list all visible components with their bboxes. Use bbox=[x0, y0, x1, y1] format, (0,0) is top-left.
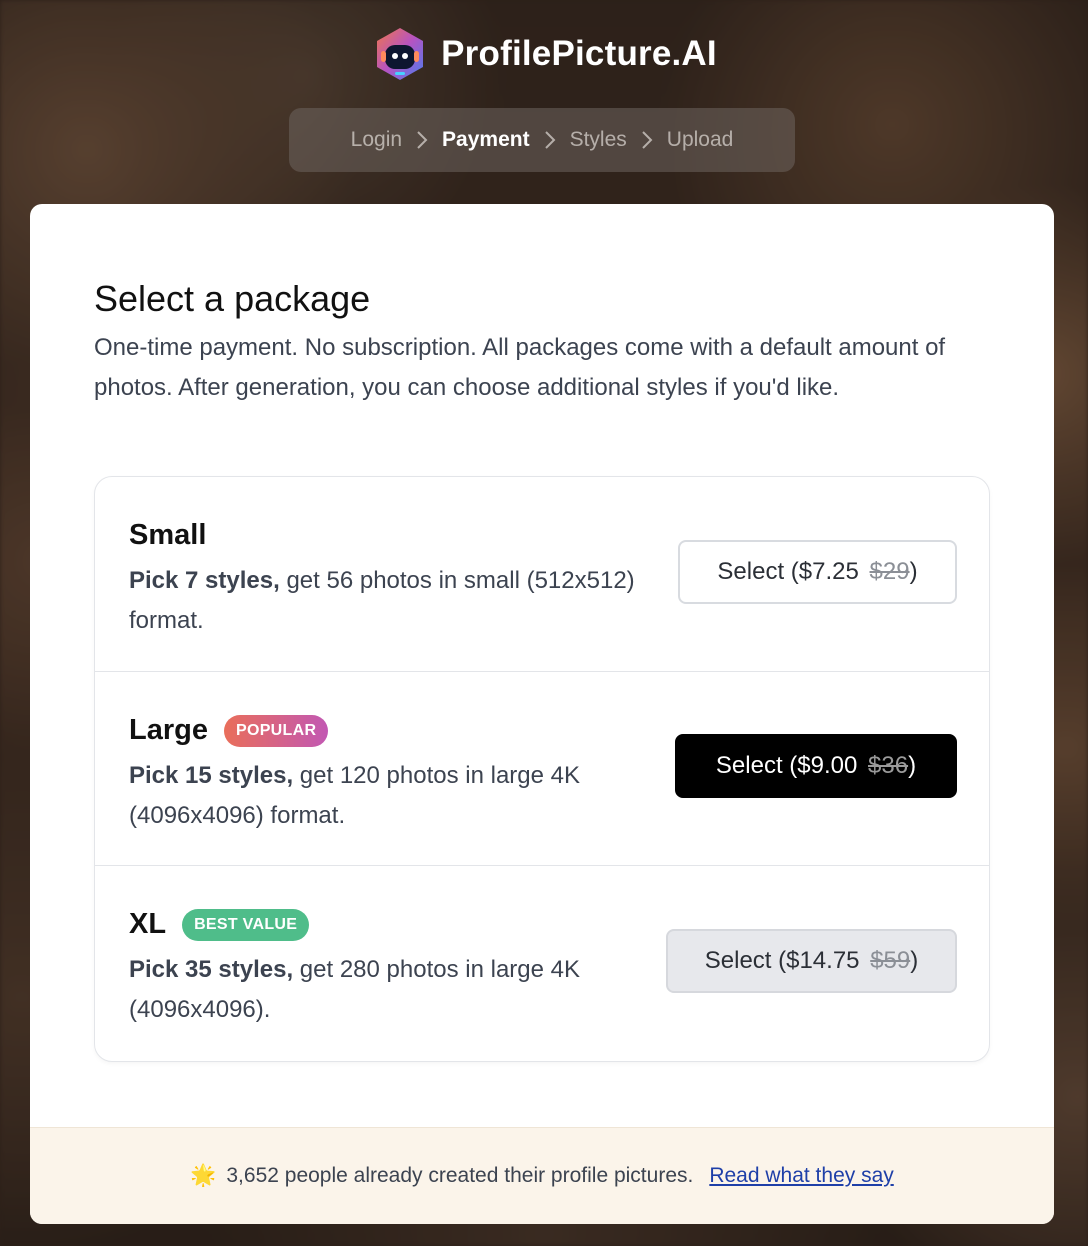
package-name: XL bbox=[129, 908, 167, 940]
chevron-right-icon bbox=[641, 130, 653, 150]
checkout-steps-breadcrumb: Login Payment Styles Upload bbox=[289, 108, 795, 172]
social-proof-text: 3,652 people already created their profi… bbox=[226, 1164, 694, 1187]
package-header: XL BEST VALUE bbox=[129, 908, 310, 941]
package-description: Pick 15 styles, get 120 photos in large … bbox=[129, 756, 649, 836]
button-price: Select ($9.00 bbox=[715, 752, 858, 779]
original-price: $29 bbox=[869, 558, 910, 585]
button-price: Select ($7.25 bbox=[717, 558, 859, 585]
brand-logo[interactable]: ProfilePicture.AI bbox=[0, 22, 1088, 86]
brand-name: ProfilePicture.AI bbox=[441, 34, 717, 73]
package-description: Pick 7 styles, get 56 photos in small (5… bbox=[129, 561, 649, 641]
package-name: Large bbox=[129, 714, 208, 746]
original-price: $36 bbox=[868, 752, 909, 779]
page-title: Select a package bbox=[94, 278, 371, 319]
package-list: Small Pick 7 styles, get 56 photos in sm… bbox=[94, 476, 990, 1062]
button-close-paren: ) bbox=[908, 752, 917, 779]
step-styles[interactable]: Styles bbox=[570, 128, 627, 152]
chevron-right-icon bbox=[544, 130, 556, 150]
package-name: Small bbox=[129, 519, 207, 551]
package-header: Large POPULAR bbox=[129, 714, 329, 747]
chevron-right-icon bbox=[416, 130, 428, 150]
package-small: Small Pick 7 styles, get 56 photos in sm… bbox=[95, 477, 989, 671]
social-proof-footer: 🌟 3,652 people already created their pro… bbox=[30, 1127, 1054, 1224]
step-payment[interactable]: Payment bbox=[442, 128, 530, 152]
select-xl-button[interactable]: Select ($14.75 $59) bbox=[666, 929, 957, 993]
button-close-paren: ) bbox=[910, 947, 919, 974]
button-price: Select ($14.75 bbox=[704, 947, 860, 974]
button-close-paren: ) bbox=[909, 558, 918, 585]
select-small-button[interactable]: Select ($7.25 $29) bbox=[678, 540, 957, 604]
star-icon: 🌟 bbox=[190, 1164, 217, 1187]
step-upload[interactable]: Upload bbox=[667, 128, 734, 152]
package-styles-count: Pick 7 styles, bbox=[129, 567, 280, 594]
package-header: Small bbox=[129, 519, 206, 552]
read-reviews-link[interactable]: Read what they say bbox=[709, 1164, 893, 1188]
package-description: Pick 35 styles, get 280 photos in large … bbox=[129, 950, 649, 1030]
package-xl: XL BEST VALUE Pick 35 styles, get 280 ph… bbox=[95, 865, 989, 1060]
best-value-badge: BEST VALUE bbox=[182, 908, 310, 941]
robot-logo-icon bbox=[377, 28, 424, 80]
page-description: One-time payment. No subscription. All p… bbox=[94, 334, 946, 401]
select-large-button[interactable]: Select ($9.00 $36) bbox=[675, 734, 957, 798]
package-styles-count: Pick 15 styles, bbox=[129, 762, 294, 789]
original-price: $59 bbox=[870, 947, 911, 974]
package-selection-card: Select a package One-time payment. No su… bbox=[30, 204, 1054, 1224]
package-large: Large POPULAR Pick 15 styles, get 120 ph… bbox=[95, 671, 989, 866]
step-login[interactable]: Login bbox=[351, 128, 402, 152]
popular-badge: POPULAR bbox=[223, 714, 329, 747]
package-styles-count: Pick 35 styles, bbox=[129, 956, 294, 983]
